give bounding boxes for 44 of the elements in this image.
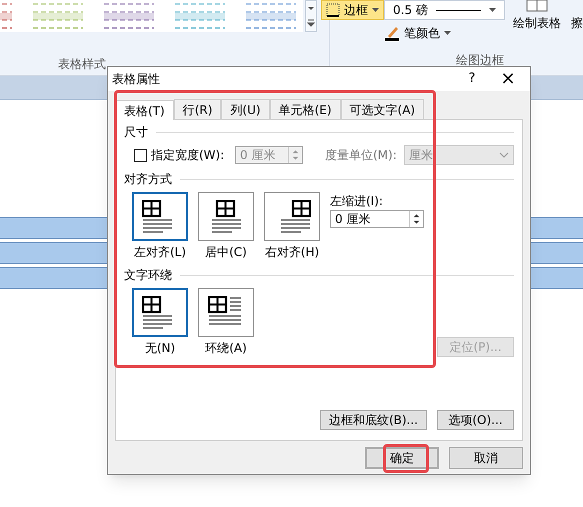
help-button[interactable]: ?: [458, 69, 486, 89]
caret-icon: [444, 30, 451, 36]
draw-table-button[interactable]: 绘制表格: [513, 0, 561, 32]
section-heading: 尺寸: [124, 124, 148, 141]
window-title: 表格属性: [112, 71, 161, 88]
group-label: 表格样式: [58, 56, 107, 73]
layout-option[interactable]: [198, 192, 254, 241]
borders-button[interactable]: 边框: [321, 0, 384, 20]
group-label: 绘图边框: [456, 52, 505, 69]
option-label: 左对齐(L): [134, 244, 186, 261]
border-icon: [326, 3, 340, 17]
eraser-button[interactable]: 擦: [571, 14, 583, 32]
tab[interactable]: 行(R): [174, 99, 222, 119]
line-weight-dropdown[interactable]: 0.5 磅: [384, 0, 505, 20]
indent-field[interactable]: 0 厘米: [330, 210, 424, 228]
tab[interactable]: 可选文字(A): [340, 99, 424, 119]
section-heading: 文字环绕: [124, 267, 172, 284]
option-label: 居中(C): [205, 244, 247, 261]
section-heading: 对齐方式: [124, 171, 172, 188]
ok-button[interactable]: 确定: [365, 447, 439, 469]
pen-color-button[interactable]: 笔颜色: [384, 24, 505, 42]
field-label: 度量单位(M):: [325, 147, 397, 164]
caret-icon: [499, 152, 509, 158]
borders-shading-button[interactable]: 边框和底纹(B)...: [320, 410, 427, 430]
field-label: 左缩进(I):: [330, 193, 384, 210]
layout-option[interactable]: [264, 192, 320, 241]
caret-icon: [489, 8, 496, 12]
layout-option[interactable]: [132, 288, 188, 337]
tab[interactable]: 单元格(E): [270, 99, 341, 119]
field-label: 指定宽度(W):: [151, 147, 226, 164]
options-button[interactable]: 选项(O)...: [437, 410, 514, 430]
highlight-frame: [383, 444, 429, 473]
tab[interactable]: 列(U): [221, 99, 270, 119]
option-label: 无(N): [144, 340, 176, 357]
layout-option[interactable]: [132, 192, 188, 241]
caret-icon: [372, 8, 379, 12]
pen-icon: [384, 25, 400, 41]
table-pencil-icon: [526, 0, 548, 12]
option-label: 右对齐(H): [264, 244, 320, 261]
close-button[interactable]: ×: [486, 70, 530, 88]
cancel-button[interactable]: 取消: [449, 447, 523, 469]
option-label: 环绕(A): [205, 340, 247, 357]
tab[interactable]: 表格(T): [115, 100, 174, 120]
layout-option[interactable]: [198, 288, 254, 337]
